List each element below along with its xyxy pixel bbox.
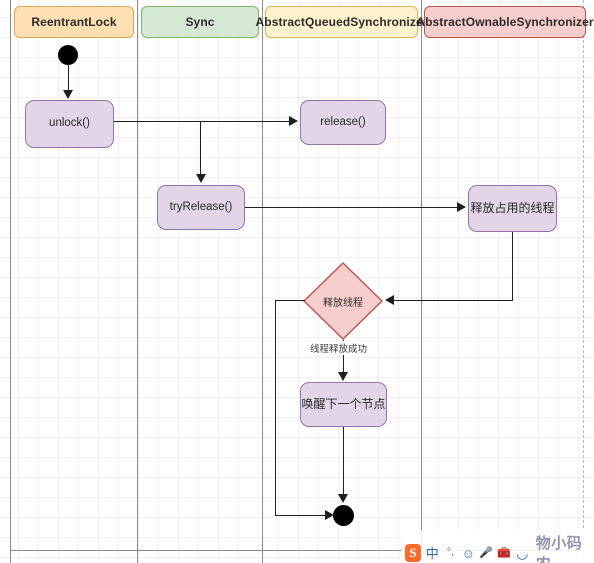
node-label: 释放占用的线程 xyxy=(470,201,555,216)
watermark-brand: 物小码农 xyxy=(535,535,583,563)
arrowhead-to-decision xyxy=(385,295,394,305)
node-decision-release-thread[interactable]: 释放线程 xyxy=(303,262,383,340)
lane-header-label: Sync xyxy=(185,15,215,29)
arrowhead-to-wakenext xyxy=(338,372,348,381)
node-wake-next-node[interactable]: 唤醒下一个节点 xyxy=(300,382,387,427)
node-label: unlock() xyxy=(49,117,90,130)
edge-decision-left-down xyxy=(275,300,276,515)
lane-divider-aqs-aos xyxy=(421,0,422,563)
sogou-ime-toolbar[interactable]: S 中 °, ☺ 🎤 🧰 ◡ 物小码农 xyxy=(401,530,594,563)
arrowhead-start-to-unlock xyxy=(63,90,73,99)
edge-wakenext-to-end xyxy=(343,427,344,499)
voice-input-icon[interactable]: 🎤 xyxy=(479,547,493,559)
node-unlock[interactable]: unlock() xyxy=(25,100,114,148)
lane-divider-left xyxy=(10,0,11,563)
lane-header-label: ReentrantLock xyxy=(31,15,117,29)
edge-unlock-to-release xyxy=(114,121,292,122)
lane-divider-reentrantlock-sync xyxy=(137,0,138,563)
lane-header-sync[interactable]: Sync xyxy=(141,6,259,38)
arrowhead-to-tryrelease xyxy=(196,174,206,183)
skin-icon[interactable]: ◡ xyxy=(516,546,529,560)
lane-divider-right xyxy=(583,0,584,563)
lane-header-abstractqueuedsynchronizer[interactable]: AbstractQueuedSynchronizer xyxy=(256,6,427,38)
start-node xyxy=(58,45,78,65)
lane-header-label: AbstractOwnableSynchronizer xyxy=(416,15,594,29)
end-node xyxy=(333,505,354,526)
toolbox-icon[interactable]: 🧰 xyxy=(497,547,511,559)
edge-releasethread-to-decision xyxy=(391,300,513,301)
diamond-shape xyxy=(303,262,383,340)
arrowhead-wakenext-to-end xyxy=(338,494,348,503)
edge-release-to-tryrelease xyxy=(200,121,201,175)
lane-divider-sync-aqs xyxy=(262,0,263,563)
sogou-logo-icon[interactable]: S xyxy=(405,544,421,562)
diagram-canvas: ReentrantLock Sync AbstractQueuedSynchro… xyxy=(0,0,594,563)
lane-header-reentrantlock[interactable]: ReentrantLock xyxy=(14,6,134,38)
edge-releasethread-down xyxy=(512,232,513,301)
lane-header-abstractownablesynchronizer[interactable]: AbstractOwnableSynchronizer xyxy=(416,6,594,38)
arrowhead-tryrelease-to-releasethread xyxy=(457,202,466,212)
edge-decision-left-to-end xyxy=(275,515,331,516)
node-tryrelease[interactable]: tryRelease() xyxy=(157,185,245,230)
emoji-icon[interactable]: ☺ xyxy=(462,547,475,560)
node-label: 唤醒下一个节点 xyxy=(301,397,386,412)
edge-start-to-unlock xyxy=(68,64,69,92)
node-release-occupied-thread[interactable]: 释放占用的线程 xyxy=(468,185,557,232)
edge-decision-left-branch xyxy=(275,300,305,301)
arrowhead-unlock-to-release xyxy=(289,116,298,126)
edge-tryrelease-to-releasethread xyxy=(245,207,460,208)
node-label: tryRelease() xyxy=(169,200,233,213)
lane-header-label: AbstractQueuedSynchronizer xyxy=(255,15,428,29)
punctuation-icon[interactable]: °, xyxy=(444,548,457,558)
node-label: release() xyxy=(320,115,366,128)
chinese-mode-icon[interactable]: 中 xyxy=(426,547,439,560)
node-release[interactable]: release() xyxy=(300,100,386,145)
edge-label-release-success: 线程释放成功 xyxy=(308,341,370,355)
